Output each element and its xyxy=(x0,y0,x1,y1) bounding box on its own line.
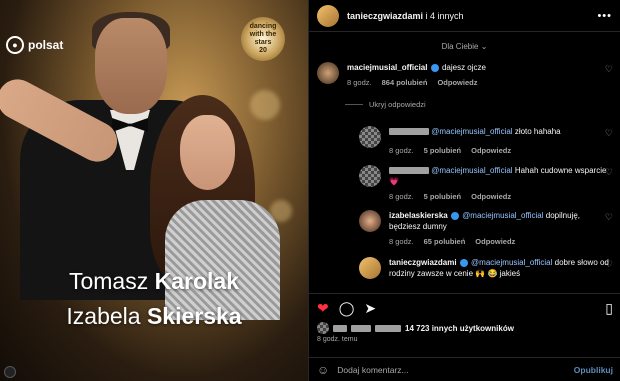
comment: izabelaskierska @maciejmusial_official d… xyxy=(359,210,613,247)
likes-summary[interactable]: 14 723 innych użytkowników xyxy=(317,322,514,334)
post-actions: ❤ ◯ ➤ ▯ xyxy=(309,293,620,323)
heart-icon[interactable]: ♡ xyxy=(605,64,613,75)
comment-likes[interactable]: 5 polubień xyxy=(424,145,462,156)
post-header: tanieczgwiazdami i 4 innych ••• xyxy=(309,0,620,32)
post-author[interactable]: tanieczgwiazdami i 4 innych xyxy=(347,11,597,21)
comment-username[interactable]: tanieczgwiazdami xyxy=(389,258,457,267)
mention-link[interactable]: @maciejmusial_official xyxy=(471,258,552,267)
comment-input[interactable]: Dodaj komentarz... xyxy=(337,365,566,375)
show-logo: dancing with the stars 20 xyxy=(241,17,285,61)
reply-button[interactable]: Odpowiedz xyxy=(471,145,511,156)
more-options-icon[interactable]: ••• xyxy=(597,10,612,22)
heart-icon[interactable]: ❤ xyxy=(317,300,329,317)
reply-button[interactable]: Odpowiedz xyxy=(437,77,477,88)
heart-icon[interactable]: ♡ xyxy=(605,259,613,270)
heart-icon[interactable]: ♡ xyxy=(605,167,613,178)
comment-sort[interactable]: Dla Ciebie ⌄ xyxy=(309,42,620,54)
avatar[interactable] xyxy=(359,210,381,232)
polsat-logo: ● polsat xyxy=(6,36,63,54)
mention-link[interactable]: @maciejmusial_official xyxy=(462,211,543,220)
reply-button[interactable]: Odpowiedz xyxy=(475,236,515,247)
heart-icon[interactable]: ♡ xyxy=(605,212,613,223)
post-image[interactable]: ● polsat dancing with the stars 20 Tomas… xyxy=(0,0,308,381)
avatar[interactable] xyxy=(317,4,339,27)
post-time: 8 godz. temu xyxy=(317,336,358,343)
media-indicator xyxy=(4,366,16,378)
smiley-icon[interactable]: ☺ xyxy=(317,363,329,377)
blurred-username xyxy=(389,128,429,136)
avatar[interactable] xyxy=(359,165,381,187)
comment-icon[interactable]: ◯ xyxy=(339,300,355,317)
share-icon[interactable]: ➤ xyxy=(364,300,376,317)
comment-likes[interactable]: 5 polubień xyxy=(424,191,462,202)
avatar[interactable] xyxy=(317,62,339,84)
verified-icon xyxy=(459,258,468,267)
comment-text: dajesz ojcze xyxy=(441,63,486,72)
reply-button[interactable]: Odpowiedz xyxy=(471,191,511,202)
mention-link[interactable]: @maciejmusial_official xyxy=(431,166,512,175)
hide-replies-button[interactable]: Ukryj odpowiedzi xyxy=(345,100,426,109)
blurred-username xyxy=(389,167,429,175)
publish-button[interactable]: Opublikuj xyxy=(574,365,613,375)
avatar[interactable] xyxy=(359,257,381,279)
caption-name-1: Tomasz Karolak xyxy=(68,268,239,294)
comment-likes[interactable]: 864 polubień xyxy=(382,77,428,88)
comment-likes[interactable]: 65 polubień xyxy=(424,236,466,247)
mention-link[interactable]: @maciejmusial_official xyxy=(431,127,512,136)
verified-icon xyxy=(450,211,459,220)
comment: @maciejmusial_official Hahah cudowne wsp… xyxy=(359,165,613,202)
verified-icon xyxy=(430,63,439,72)
bookmark-icon[interactable]: ▯ xyxy=(605,300,613,317)
add-comment-bar: ☺ Dodaj komentarz... Opublikuj xyxy=(309,357,620,381)
avatar[interactable] xyxy=(359,126,381,148)
comment-time: 8 godz. xyxy=(347,78,372,87)
comment-text: złoto hahaha xyxy=(514,127,561,136)
comment-username[interactable]: izabelaskierska xyxy=(389,211,448,220)
comments-panel: tanieczgwiazdami i 4 innych ••• Dla Cieb… xyxy=(308,0,620,381)
heart-icon[interactable]: ♡ xyxy=(605,128,613,139)
comment: maciejmusial_official dajesz ojcze 8 god… xyxy=(317,62,613,88)
caption-name-2: Izabela Skierska xyxy=(66,303,242,329)
comment: tanieczgwiazdami @maciejmusial_official … xyxy=(359,257,613,291)
comment: @maciejmusial_official złoto hahaha 8 go… xyxy=(359,126,613,156)
comment-username[interactable]: maciejmusial_official xyxy=(347,63,427,72)
